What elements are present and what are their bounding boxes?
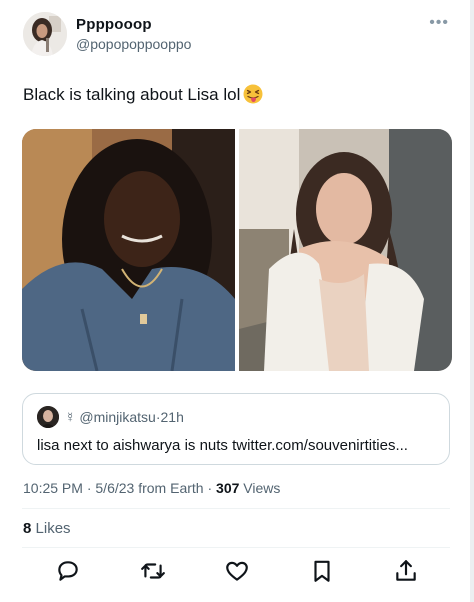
quoted-text: lisa next to aishwarya is nuts twitter.c… [37, 437, 408, 454]
quoted-time[interactable]: 21h [161, 409, 184, 425]
squinting-face-with-tongue-icon [243, 84, 263, 104]
tweet-header: Ppppooop @popopoppooppo ••• [23, 12, 453, 58]
reply-icon[interactable] [55, 558, 81, 584]
author-handle[interactable]: @popopoppooppo [76, 36, 191, 52]
mercury-symbol: ☿ [65, 409, 76, 425]
divider [22, 547, 450, 548]
quoted-tweet[interactable]: ☿ @minjikatsu·21h lisa next to aishwarya… [22, 393, 450, 465]
likes-label: Likes [35, 520, 71, 537]
retweet-icon[interactable] [140, 558, 166, 584]
like-icon[interactable] [224, 558, 250, 584]
media-grid[interactable] [22, 129, 452, 371]
views-label: Views [243, 480, 281, 496]
author-name[interactable]: Ppppooop [76, 16, 152, 33]
right-border [470, 0, 474, 602]
photo-left[interactable] [22, 129, 235, 371]
divider [22, 508, 450, 509]
quoted-meta: ☿ @minjikatsu·21h [65, 409, 184, 425]
likes-count: 8 [23, 520, 32, 537]
tweet-source: from Earth [138, 480, 204, 496]
author-avatar[interactable] [23, 12, 67, 56]
tweet-body: Black is talking about Lisa lol [23, 85, 241, 104]
share-icon[interactable] [393, 558, 419, 584]
quoted-handle[interactable]: @minjikatsu [79, 409, 155, 425]
tweet-text: Black is talking about Lisa lol [23, 84, 263, 105]
quoted-avatar[interactable] [37, 406, 59, 428]
tweet-date[interactable]: 5/6/23 [95, 480, 134, 496]
likes-stat[interactable]: 8 Likes [23, 520, 71, 537]
more-icon[interactable]: ••• [429, 15, 449, 31]
bookmark-icon[interactable] [309, 558, 335, 584]
views-count: 307 [216, 480, 240, 496]
tweet-meta: 10:25 PM · 5/6/23 from Earth · 307 Views [23, 480, 281, 496]
photo-right[interactable] [239, 129, 452, 371]
action-bar [0, 558, 474, 588]
tweet-time[interactable]: 10:25 PM [23, 480, 83, 496]
